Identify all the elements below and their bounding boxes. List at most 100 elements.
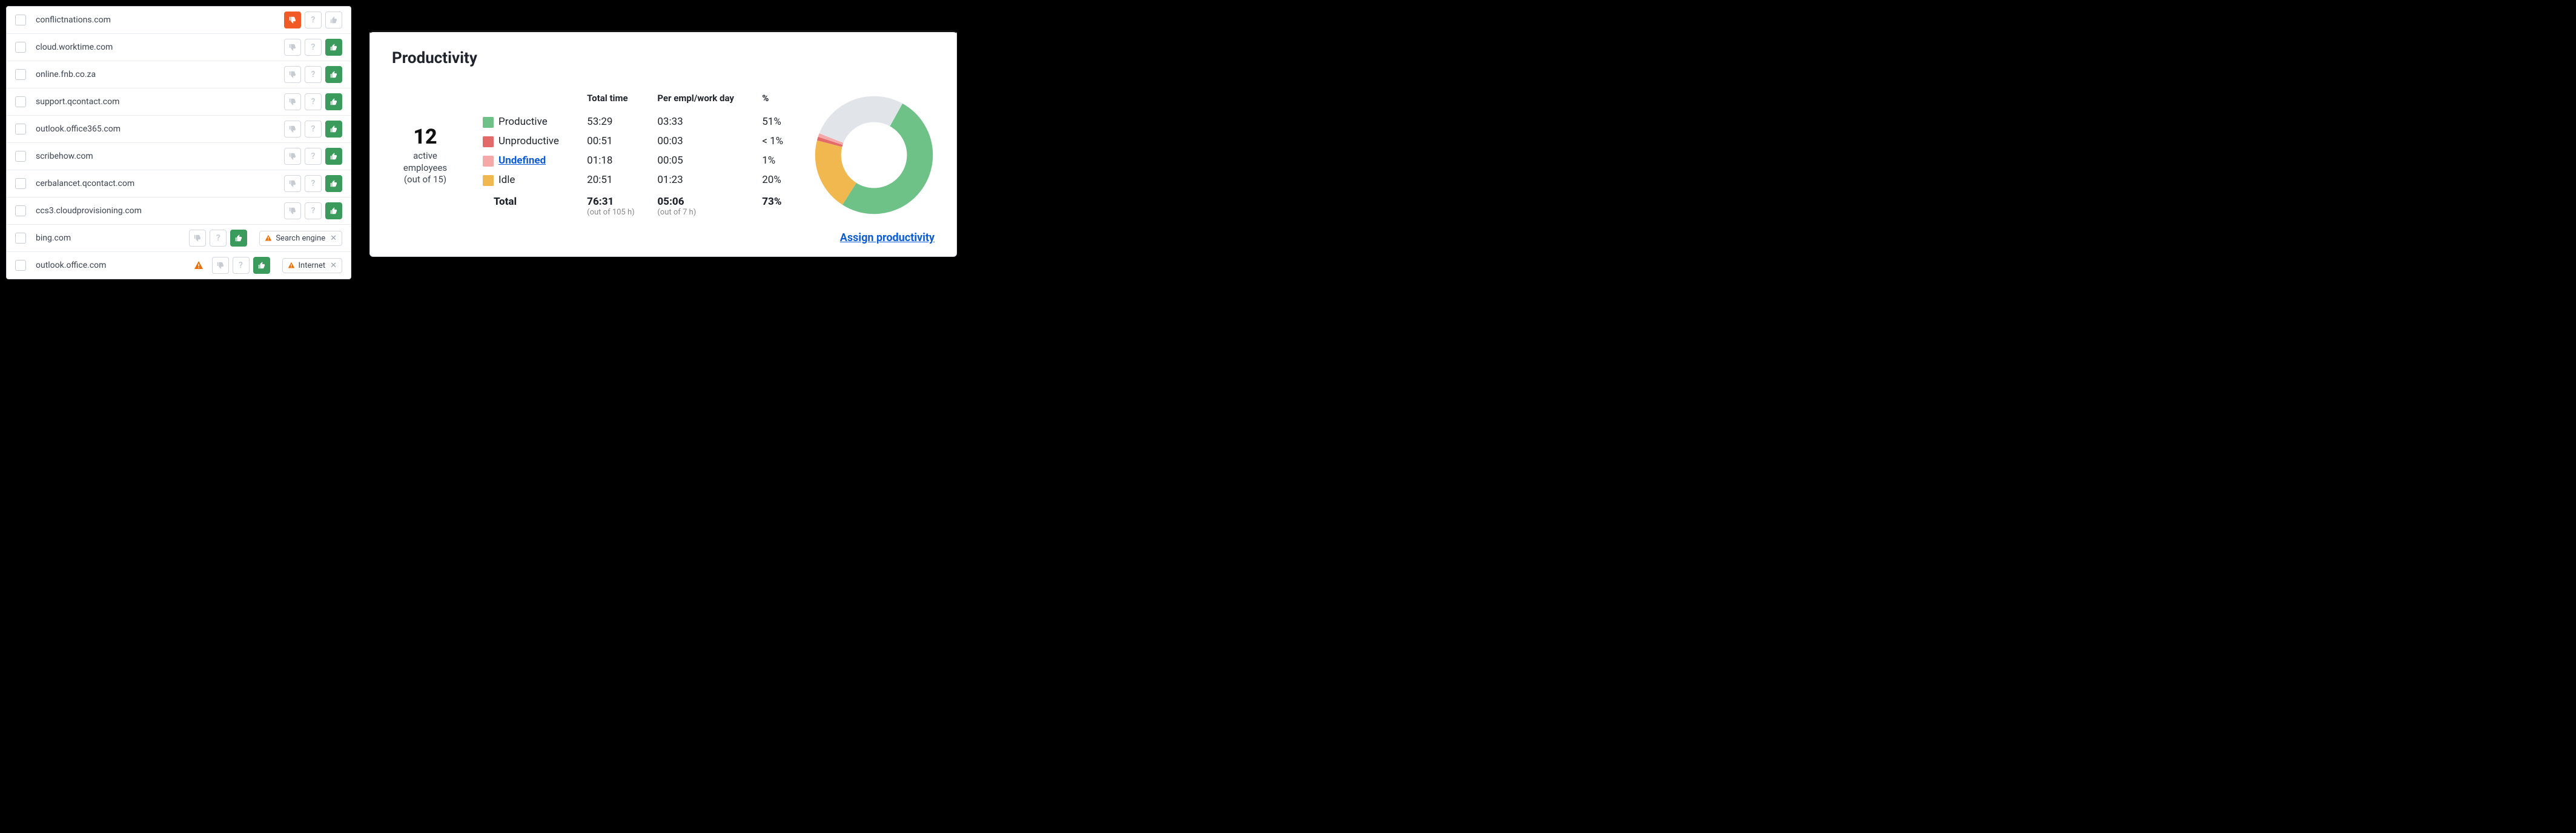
thumbs-down-button[interactable] [284,12,301,28]
row-total: 53:29 [581,112,651,131]
site-name: cerbalancet.qcontact.com [32,179,278,188]
thumbs-up-button[interactable] [325,66,342,83]
row-total: 01:18 [581,151,651,170]
category-tag[interactable]: Search engine ✕ [259,231,342,246]
neutral-button[interactable]: ? [305,121,322,138]
site-row: bing.com? Search engine ✕ [7,225,351,252]
rating-group: ? [284,121,342,138]
thumbs-down-button[interactable] [284,148,301,165]
employees-summary: 12 active employees (out of 15) [392,124,459,186]
site-name: ccs3.cloudprovisioning.com [32,206,278,216]
undefined-link[interactable]: Undefined [498,154,546,167]
row-label: Unproductive [498,135,559,147]
sites-panel: conflictnations.com?cloud.worktime.com?o… [6,6,351,279]
productivity-panel: Productivity 12 active employees (out of… [369,30,957,257]
legend-swatch [483,117,494,128]
site-row: online.fnb.co.za? [7,61,351,88]
thumbs-up-button[interactable] [325,148,342,165]
rating-group: ? [284,202,342,219]
row-total: 00:51 [581,131,651,151]
rating-group: ? [284,39,342,56]
site-checkbox[interactable] [15,42,26,53]
row-total: 20:51 [581,170,651,190]
category-tag[interactable]: Internet✕ [282,258,343,273]
row-per: 03:33 [651,112,756,131]
total-pct: 73% [756,190,795,221]
neutral-button[interactable]: ? [305,93,322,110]
rating-group: ? [284,148,342,165]
tag-remove-icon[interactable]: ✕ [329,261,337,270]
neutral-button[interactable]: ? [233,257,250,274]
neutral-button[interactable]: ? [305,175,322,192]
thumbs-down-button[interactable] [189,230,206,247]
legend-swatch [483,136,494,147]
neutral-button[interactable]: ? [305,66,322,83]
tag-remove-icon[interactable]: ✕ [329,234,337,243]
row-pct: 51% [756,112,795,131]
legend-swatch [483,156,494,167]
employees-count: 12 [392,124,459,150]
row-per: 01:23 [651,170,756,190]
site-checkbox[interactable] [15,233,26,244]
rating-group: ? [284,93,342,110]
productivity-row-productive: Productive 53:29 03:33 51% [477,112,795,131]
site-checkbox[interactable] [15,124,26,134]
site-name: outlook.office365.com [32,124,278,134]
neutral-button[interactable]: ? [305,39,322,56]
productivity-donut-chart [813,95,935,216]
site-checkbox[interactable] [15,205,26,216]
tag-label: Search engine [276,234,325,243]
site-name: bing.com [32,233,183,243]
thumbs-down-button[interactable] [284,39,301,56]
site-row: support.qcontact.com? [7,88,351,116]
row-per: 00:05 [651,151,756,170]
site-name: online.fnb.co.za [32,70,278,79]
rating-group: ? [189,230,247,247]
total-label: Total [477,190,581,221]
productivity-row-idle: Idle 20:51 01:23 20% [477,170,795,190]
site-checkbox[interactable] [15,151,26,162]
neutral-button[interactable]: ? [210,230,227,247]
site-checkbox[interactable] [15,260,26,271]
productivity-row-undefined: Undefined 01:18 00:05 1% [477,151,795,170]
thumbs-up-button[interactable] [253,257,270,274]
site-checkbox[interactable] [15,178,26,189]
neutral-button[interactable]: ? [305,12,322,28]
site-row: outlook.office365.com? [7,116,351,143]
thumbs-up-button[interactable] [325,121,342,138]
thumbs-down-button[interactable] [284,121,301,138]
neutral-button[interactable]: ? [305,202,322,219]
site-checkbox[interactable] [15,96,26,107]
thumbs-up-button[interactable] [325,93,342,110]
col-per-empl: Per empl/work day [651,89,756,112]
thumbs-down-button[interactable] [284,93,301,110]
assign-productivity-link[interactable]: Assign productivity [392,231,935,244]
thumbs-up-button[interactable] [325,175,342,192]
site-checkbox[interactable] [15,69,26,80]
thumbs-down-button[interactable] [284,175,301,192]
thumbs-up-button[interactable] [230,230,247,247]
thumbs-down-button[interactable] [284,202,301,219]
row-pct: 20% [756,170,795,190]
thumbs-down-button[interactable] [284,66,301,83]
thumbs-up-button[interactable] [325,12,342,28]
site-checkbox[interactable] [15,15,26,25]
site-row: scribehow.com? [7,143,351,170]
thumbs-down-button[interactable] [212,257,229,274]
thumbs-up-button[interactable] [325,39,342,56]
site-name: support.qcontact.com [32,97,278,107]
rating-group: ? [284,12,342,28]
site-row: cerbalancet.qcontact.com? [7,170,351,197]
productivity-table: Total time Per empl/work day % Productiv… [477,89,795,221]
thumbs-up-button[interactable] [325,202,342,219]
site-name: scribehow.com [32,151,278,161]
productivity-row-unproductive: Unproductive 00:51 00:03 < 1% [477,131,795,151]
productivity-row-total: Total 76:31(out of 105 h) 05:06(out of 7… [477,190,795,221]
productivity-title: Productivity [392,49,935,67]
neutral-button[interactable]: ? [305,148,322,165]
employees-label: active employees [392,150,459,174]
col-percent: % [756,89,795,112]
warning-icon [194,261,204,270]
site-row: conflictnations.com? [7,7,351,34]
site-name: cloud.worktime.com [32,42,278,52]
